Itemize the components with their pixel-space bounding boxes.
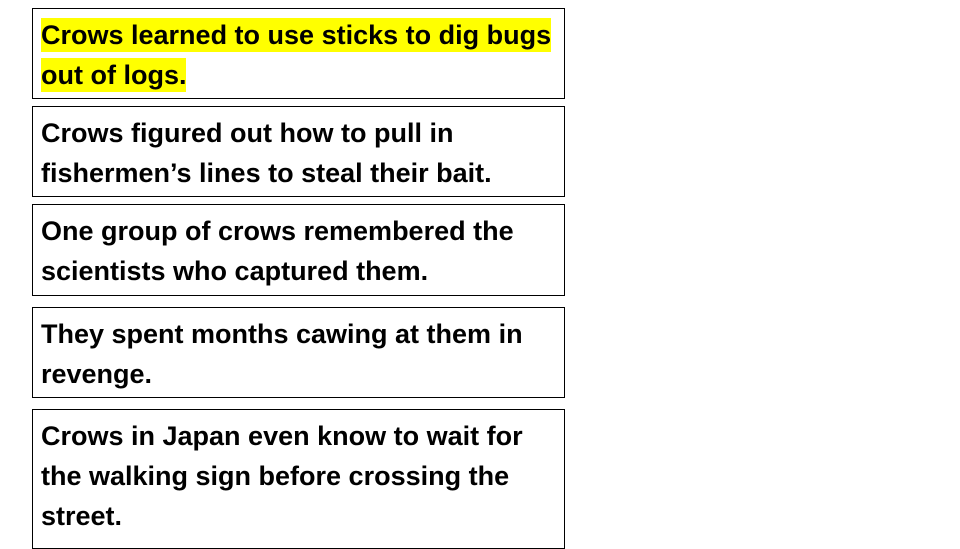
fact-card-text: They spent months cawing at them in reve…: [41, 319, 523, 389]
highlighted-text: Crows learned to use sticks to dig bugs …: [41, 18, 552, 92]
fact-card-scientists[interactable]: One group of crows remembered the scient…: [32, 204, 565, 296]
slide: Crows learned to use sticks to dig bugs …: [0, 0, 960, 549]
fact-card-japan[interactable]: Crows in Japan even know to wait for the…: [32, 409, 565, 549]
fact-card-sticks[interactable]: Crows learned to use sticks to dig bugs …: [32, 8, 565, 99]
fact-card-text: Crows in Japan even know to wait for the…: [41, 421, 523, 531]
fact-card-text: One group of crows remembered the scient…: [41, 216, 514, 286]
fact-card-revenge[interactable]: They spent months cawing at them in reve…: [32, 307, 565, 398]
fact-card-fishermen[interactable]: Crows figured out how to pull in fisherm…: [32, 106, 565, 197]
fact-card-text: Crows learned to use sticks to dig bugs …: [41, 15, 556, 95]
fact-card-text: Crows figured out how to pull in fisherm…: [41, 118, 492, 188]
